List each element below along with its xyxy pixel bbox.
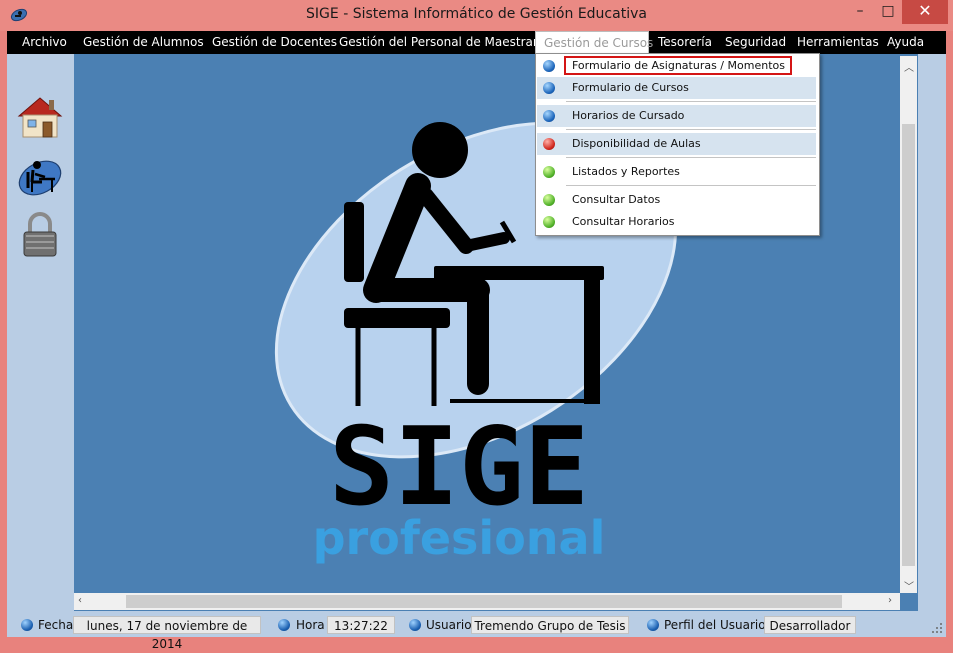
window-title: SIGE - Sistema Informático de Gestión Ed… [306,6,647,22]
maximize-button[interactable]: □ [874,0,902,24]
padlock-icon[interactable] [15,210,65,260]
menu-item-consultar-datos[interactable]: Consultar Datos [537,189,816,211]
menu-archivo[interactable]: Archivo [15,31,82,54]
horizontal-scrollbar[interactable]: ‹ › [74,593,900,610]
home-icon[interactable] [15,92,65,142]
horizontal-scroll-thumb[interactable] [126,595,842,608]
hora-label: Hora [296,618,325,632]
status-bar: Fecha lunes, 17 de noviembre de 2014 Hor… [7,614,946,651]
left-toolbar [7,54,73,614]
menu-ayuda[interactable]: Ayuda [887,31,937,54]
green-bullet-icon [543,194,555,206]
scroll-up-arrow-icon[interactable]: ︿ [904,59,914,74]
blue-bullet-icon [543,82,555,94]
menu-item-label: Disponibilidad de Aulas [572,137,701,150]
vertical-scroll-thumb[interactable] [902,124,915,566]
menu-gestion-alumnos[interactable]: Gestión de Alumnos [83,31,204,54]
usuario-label: Usuario [426,618,472,632]
menu-item-disponibilidad-aulas[interactable]: Disponibilidad de Aulas [537,133,816,155]
menu-item-horarios-cursado[interactable]: Horarios de Cursado [537,105,816,127]
vertical-scrollbar[interactable]: ︿ ﹀ [900,56,917,593]
menu-separator [566,185,816,186]
menu-item-label: Listados y Reportes [572,165,680,178]
green-bullet-icon [543,216,555,228]
green-bullet-icon [543,166,555,178]
menu-gestion-docentes[interactable]: Gestión de Docentes [212,31,337,54]
fecha-label: Fecha [38,618,74,632]
close-button[interactable]: ✕ [902,0,948,24]
menu-item-formulario-asignaturas[interactable]: Formulario de Asignaturas / Momentos [537,55,816,77]
perfil-value: Desarrollador [764,616,856,634]
menu-item-label: Horarios de Cursado [572,109,685,122]
menu-bar: Archivo Gestión de Alumnos Gestión de Do… [7,31,946,54]
title-bar: SIGE - Sistema Informático de Gestión Ed… [0,0,953,31]
status-bullet-icon [647,619,659,631]
scroll-left-arrow-icon[interactable]: ‹ [78,595,82,606]
blue-bullet-icon [543,60,555,72]
highlight-frame [564,56,792,75]
menu-item-listados-reportes[interactable]: Listados y Reportes [537,161,816,183]
menu-item-consultar-horarios[interactable]: Consultar Horarios [537,211,816,233]
hora-value: 13:27:22 [327,616,395,634]
gestion-cursos-dropdown: Formulario de Asignaturas / Momentos For… [535,53,820,236]
student-desk-icon[interactable] [15,152,65,202]
scroll-down-arrow-icon[interactable]: ﹀ [904,578,914,593]
blue-bullet-icon [543,110,555,122]
status-bullet-icon [278,619,290,631]
menu-separator [566,157,816,158]
scroll-right-arrow-icon[interactable]: › [888,595,892,606]
menu-herramientas[interactable]: Herramientas [797,31,879,54]
menu-gestion-personal-maestranza[interactable]: Gestión del Personal de Maestranza [339,31,554,54]
menu-tesoreria[interactable]: Tesorería [658,31,714,54]
menu-separator [566,101,816,102]
status-bullet-icon [21,619,33,631]
status-bullet-icon [409,619,421,631]
menu-item-label: Consultar Horarios [572,215,675,228]
logo-subtitle: profesional [313,511,606,565]
menu-item-formulario-cursos[interactable]: Formulario de Cursos [537,77,816,99]
usuario-value: Tremendo Grupo de Tesis [471,616,629,634]
perfil-label: Perfil del Usuario [664,618,766,632]
menu-seguridad[interactable]: Seguridad [725,31,786,54]
resize-grip-icon[interactable] [931,622,943,634]
red-bullet-icon [543,138,555,150]
menu-separator [566,129,816,130]
menu-item-label: Consultar Datos [572,193,661,206]
menu-gestion-cursos[interactable]: Gestión de Cursos [535,31,653,54]
minimize-button[interactable]: – [846,0,874,24]
fecha-value: lunes, 17 de noviembre de 2014 [73,616,261,651]
menu-item-label: Formulario de Cursos [572,81,689,94]
